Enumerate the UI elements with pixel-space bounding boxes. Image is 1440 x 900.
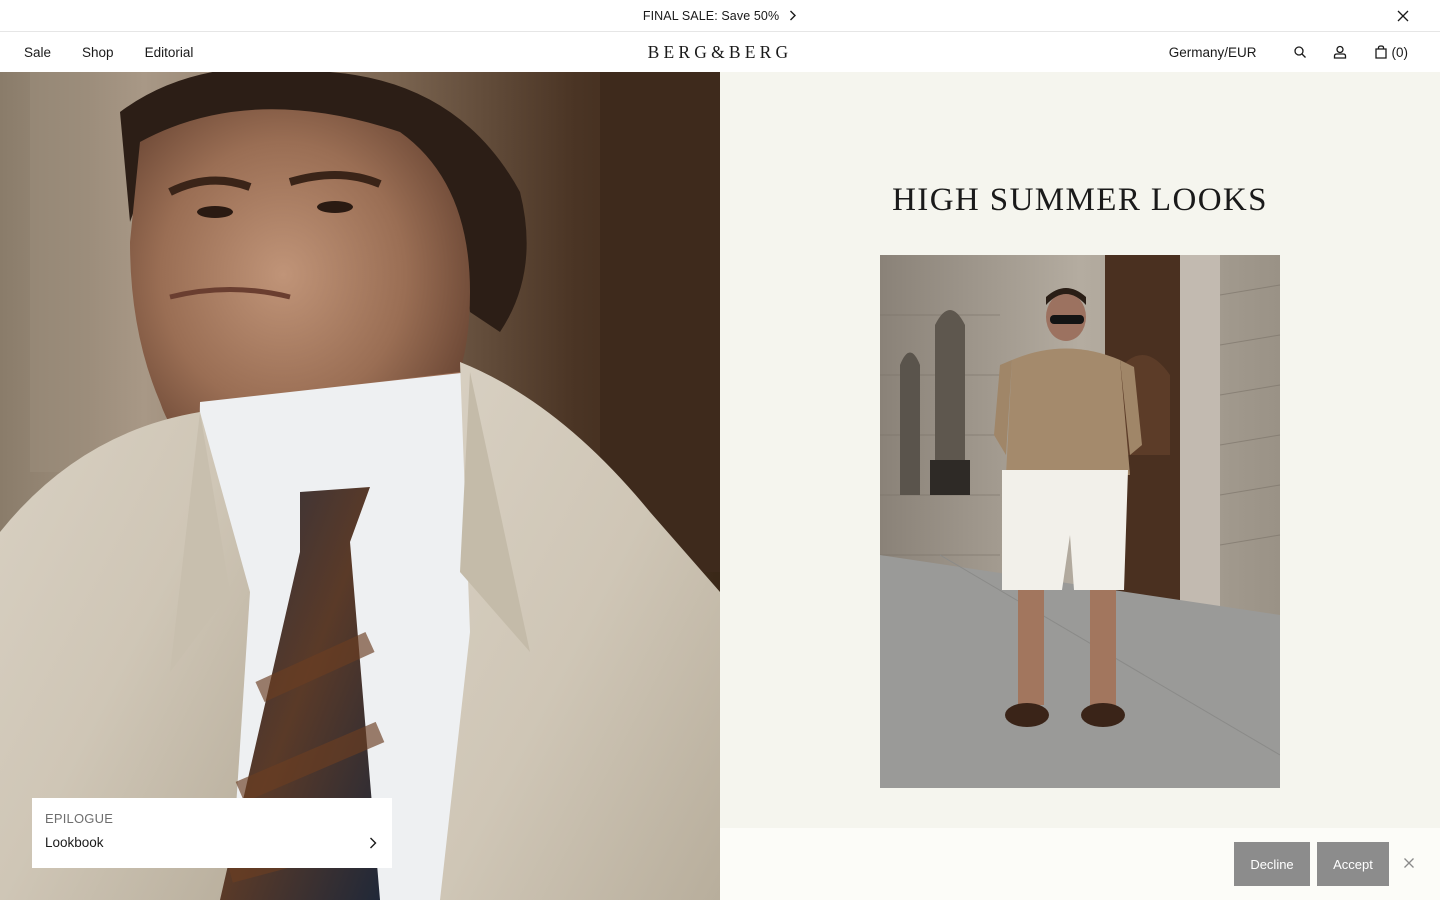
- header-actions: Germany/EUR (0): [1169, 32, 1408, 72]
- close-icon[interactable]: [1396, 9, 1410, 23]
- look-image[interactable]: [880, 255, 1280, 788]
- decline-button[interactable]: Decline: [1234, 842, 1310, 886]
- hero-left-panel[interactable]: EPILOGUE Lookbook: [0, 72, 720, 900]
- search-button[interactable]: [1293, 45, 1307, 59]
- hero-right-panel: HIGH SUMMER LOOKS: [720, 72, 1440, 828]
- nav-item-shop[interactable]: Shop: [82, 45, 114, 60]
- card-title-row: Lookbook: [45, 835, 379, 850]
- look-photo: [880, 255, 1280, 788]
- announcement-bar: FINAL SALE: Save 50%: [0, 0, 1440, 32]
- site-header: Sale Shop Editorial BERG&BERG Germany/EU…: [0, 32, 1440, 72]
- accept-button[interactable]: Accept: [1317, 842, 1389, 886]
- chevron-right-icon: [790, 10, 797, 21]
- card-title: Lookbook: [45, 835, 104, 850]
- lookbook-card[interactable]: EPILOGUE Lookbook: [32, 798, 392, 868]
- logo[interactable]: BERG&BERG: [648, 42, 793, 63]
- nav-item-editorial[interactable]: Editorial: [145, 45, 194, 60]
- main-nav: Sale Shop Editorial: [24, 32, 193, 72]
- chevron-right-icon: [370, 837, 377, 848]
- cart-count: (0): [1391, 44, 1409, 60]
- bag-icon: [1374, 45, 1387, 59]
- close-icon[interactable]: [1403, 857, 1415, 869]
- account-icon: [1333, 45, 1346, 59]
- section-title: HIGH SUMMER LOOKS: [892, 182, 1268, 218]
- portrait-image: [0, 72, 720, 900]
- nav-item-sale[interactable]: Sale: [24, 45, 51, 60]
- region-selector[interactable]: Germany/EUR: [1169, 45, 1257, 60]
- cart-button[interactable]: (0): [1374, 44, 1409, 60]
- search-icon: [1293, 46, 1306, 58]
- account-button[interactable]: [1333, 45, 1347, 59]
- cookie-consent-bar: Decline Accept: [720, 828, 1440, 900]
- card-eyebrow: EPILOGUE: [45, 811, 114, 826]
- announcement-link[interactable]: FINAL SALE: Save 50%: [643, 9, 797, 23]
- announcement-text: FINAL SALE: Save 50%: [642, 8, 780, 23]
